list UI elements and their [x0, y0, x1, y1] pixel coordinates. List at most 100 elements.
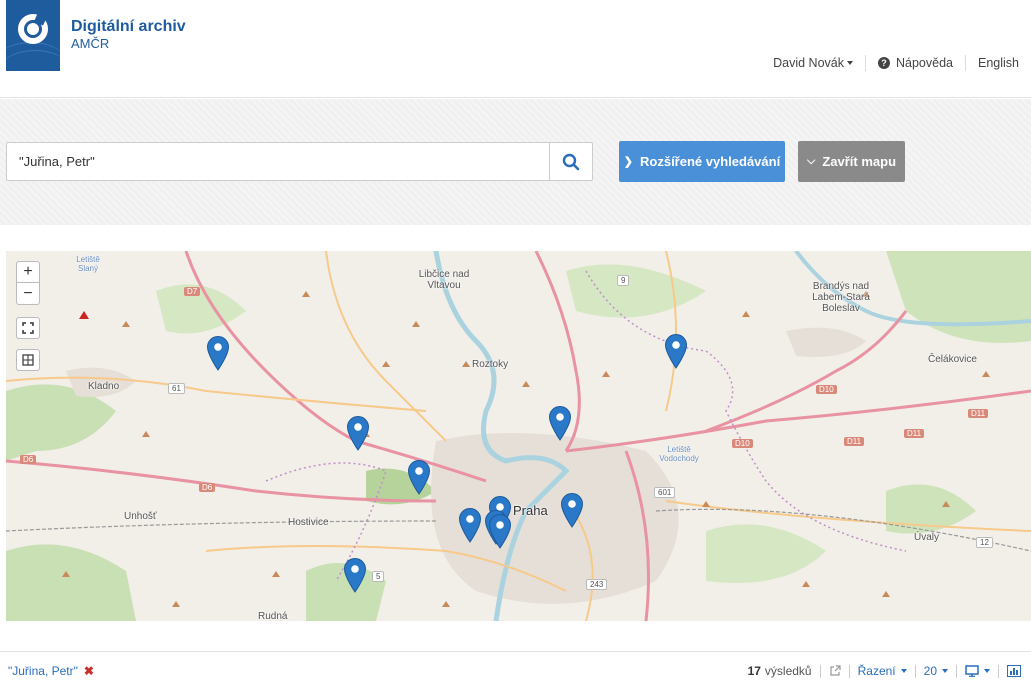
external-link-icon: [830, 665, 841, 676]
view-mode-dropdown[interactable]: [965, 665, 990, 677]
logo-decoration: [6, 50, 60, 71]
search-input[interactable]: [7, 143, 550, 180]
place-label: Hostivice: [288, 517, 329, 528]
results-count: 17: [747, 664, 761, 678]
layers-button[interactable]: [16, 349, 40, 371]
footer-divider: [0, 651, 1031, 652]
place-label: Brandýs nad Labem-Stará Boleslav: [812, 281, 870, 314]
export-link[interactable]: [829, 665, 841, 677]
bar-chart-icon: [1007, 665, 1021, 677]
map-marker[interactable]: [664, 333, 688, 369]
toolbar-divider: [956, 664, 957, 678]
toolbar-divider: [848, 664, 850, 678]
site-header: Digitální archiv AMČR David Novák ? Nápo…: [0, 0, 1031, 98]
stats-button[interactable]: [1007, 665, 1021, 677]
caret-down-icon: [984, 669, 990, 673]
place-label: Unhošť: [124, 511, 157, 522]
place-label: Čelákovice: [928, 354, 977, 365]
top-navigation: David Novák ? Nápověda English: [761, 54, 1019, 72]
grid-layers-icon: [22, 354, 34, 366]
map-marker[interactable]: [407, 459, 431, 495]
active-filter[interactable]: "Juřina, Petr" ✖: [8, 664, 94, 678]
caret-down-icon: [900, 669, 907, 673]
road-badge: D6: [20, 455, 37, 464]
help-link[interactable]: ? Nápověda: [866, 56, 965, 70]
place-label: Rudná: [258, 611, 288, 621]
advanced-search-label: Rozšířené vyhledávání: [640, 154, 781, 169]
zoom-out-button[interactable]: −: [16, 283, 40, 305]
place-label: Úvaly: [914, 532, 940, 543]
place-label: Praha: [513, 503, 548, 518]
road-badge: 9: [617, 275, 630, 286]
fullscreen-icon: [22, 322, 34, 334]
fullscreen-button[interactable]: [16, 317, 40, 339]
map-pin-icon: [664, 334, 688, 369]
map-pin-icon: [548, 406, 572, 441]
close-map-button[interactable]: ⌵ Zavřít mapu: [798, 141, 905, 182]
chevron-right-icon: ❯: [623, 156, 634, 168]
place-label: Letiště Slaný: [76, 255, 100, 273]
search-form: [6, 142, 593, 181]
amcr-logo[interactable]: [6, 0, 60, 71]
place-label: Roztoky: [472, 359, 509, 370]
map-pin-icon: [206, 336, 230, 371]
chevron-down-icon: ⌵: [806, 155, 816, 167]
site-title[interactable]: Digitální archiv: [71, 18, 186, 36]
active-filter-label: "Juřina, Petr": [8, 664, 78, 678]
map-marker[interactable]: [343, 557, 367, 593]
map-pin-icon: [343, 558, 367, 593]
place-label: Kladno: [88, 381, 120, 392]
toolbar-divider: [998, 664, 999, 678]
close-map-label: Zavřít mapu: [822, 154, 897, 169]
user-name: David Novák: [773, 56, 844, 70]
map-view[interactable]: + − Letiště Slaný Libčice nad Vltavou Br…: [6, 251, 1031, 621]
road-badge: D11: [968, 409, 989, 418]
map-pin-icon: [407, 460, 431, 495]
monitor-icon: [965, 665, 979, 677]
road-badge: D11: [844, 437, 865, 446]
logo-dot-icon: [27, 23, 39, 35]
road-badge: 601: [654, 487, 676, 498]
site-subtitle[interactable]: AMČR: [71, 36, 109, 51]
map-marker[interactable]: [458, 507, 482, 543]
user-menu[interactable]: David Novák: [761, 56, 865, 70]
per-page-value: 20: [923, 664, 937, 678]
advanced-search-button[interactable]: ❯ Rozšířené vyhledávání: [619, 141, 785, 182]
road-badge: D10: [732, 439, 753, 448]
map-pin-icon: [346, 416, 370, 451]
toolbar-divider: [819, 664, 821, 678]
zoom-in-button[interactable]: +: [16, 261, 40, 283]
search-button[interactable]: [549, 143, 592, 180]
caret-down-icon: [942, 669, 948, 673]
road-badge: 61: [168, 383, 185, 394]
map-marker[interactable]: [346, 415, 370, 451]
language-switch[interactable]: English: [966, 56, 1019, 70]
search-panel: ❯ Rozšířené vyhledávání ⌵ Zavřít mapu: [0, 99, 1031, 225]
caret-down-icon: [847, 61, 853, 65]
results-toolbar: 17 výsledků Řazení 20: [748, 664, 1021, 678]
per-page-dropdown[interactable]: 20: [924, 664, 948, 678]
search-icon: [562, 153, 580, 170]
sort-dropdown[interactable]: Řazení: [858, 664, 907, 678]
map-pin-icon: [488, 514, 512, 549]
place-label: Libčice nad Vltavou: [418, 269, 470, 291]
map-marker[interactable]: [548, 405, 572, 441]
toolbar-divider: [914, 664, 916, 678]
map-marker[interactable]: [206, 335, 230, 371]
road-badge: D6: [199, 483, 216, 492]
map-pin-icon: [458, 508, 482, 543]
place-label: Letiště Vodochody: [659, 445, 699, 463]
road-badge: D7: [184, 287, 201, 296]
results-label: výsledků: [764, 664, 812, 678]
map-marker[interactable]: [488, 513, 512, 549]
road-badge: 5: [372, 571, 385, 582]
remove-filter-icon[interactable]: ✖: [84, 664, 94, 678]
map-pin-icon: [560, 493, 584, 528]
road-badge: D10: [816, 385, 837, 394]
sort-label: Řazení: [857, 664, 896, 678]
help-label: Nápověda: [896, 56, 953, 70]
road-badge: 12: [976, 537, 993, 548]
map-tiles: [6, 251, 1031, 621]
road-badge: 243: [586, 579, 608, 590]
map-marker[interactable]: [560, 492, 584, 528]
